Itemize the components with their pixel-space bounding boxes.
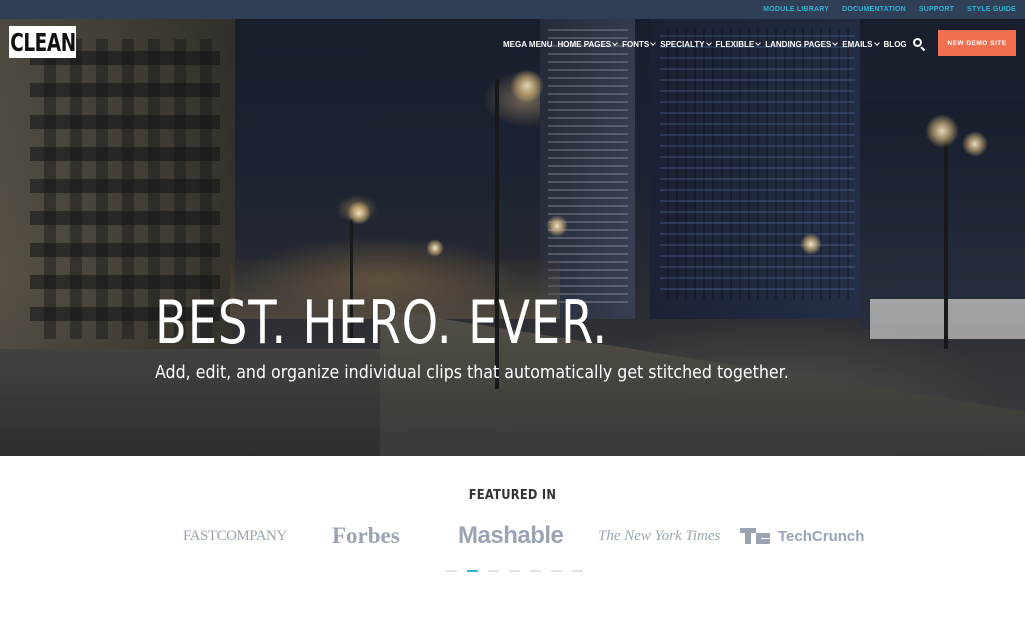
chevron-down-icon <box>873 40 880 46</box>
fastcompany-logo: FASTCOMPANY <box>183 520 287 552</box>
style-guide-link[interactable]: STYLE GUIDE <box>967 6 1016 13</box>
nav-blog[interactable]: BLOG <box>884 40 907 49</box>
main-nav: MEGA MENU HOME PAGES FONTS SPECIALTY FLE… <box>503 40 912 49</box>
carousel-dot[interactable] <box>488 570 499 572</box>
logo-text: CLEAN <box>9 27 76 57</box>
nav-label: SPECIALTY <box>660 40 705 49</box>
nav-label: LANDING PAGES <box>765 40 832 49</box>
techcrunch-logo-text: TechCrunch <box>778 527 865 545</box>
mashable-logo-text: Mashable <box>458 522 564 549</box>
nytimes-logo-text: The New York Times <box>598 527 721 544</box>
nav-label: FONTS <box>622 40 650 49</box>
chevron-down-icon <box>612 40 618 46</box>
module-library-link[interactable]: MODULE LIBRARY <box>763 6 829 13</box>
documentation-link[interactable]: DOCUMENTATION <box>842 6 906 13</box>
carousel-dot[interactable] <box>530 570 541 572</box>
chevron-down-icon <box>832 40 839 46</box>
nav-mega-menu[interactable]: MEGA MENU <box>503 40 552 49</box>
carousel-dot[interactable] <box>572 570 583 572</box>
forbes-logo: Forbes <box>332 520 400 552</box>
utility-bar: MODULE LIBRARY DOCUMENTATION SUPPORT STY… <box>0 0 1025 19</box>
mashable-logo: Mashable <box>458 520 564 552</box>
carousel-dot[interactable] <box>509 570 520 572</box>
techcrunch-mark-icon <box>740 528 772 544</box>
nav-label: EMAILS <box>842 40 873 49</box>
hero-title: BEST. HERO. EVER. <box>155 288 608 358</box>
support-link[interactable]: SUPPORT <box>919 6 954 13</box>
nav-home-pages[interactable]: HOME PAGES <box>557 40 618 49</box>
carousel-dot-active[interactable] <box>467 570 478 572</box>
nav-label: HOME PAGES <box>557 40 612 49</box>
nav-emails[interactable]: EMAILS <box>842 40 880 49</box>
nav-landing-pages[interactable]: LANDING PAGES <box>765 40 839 49</box>
clean-logo[interactable]: CLEAN <box>9 26 76 58</box>
chevron-down-icon <box>650 40 657 46</box>
carousel-dot[interactable] <box>551 570 562 572</box>
nav-label: BLOG <box>883 40 907 49</box>
featured-in-heading: FEATURED IN <box>468 488 557 503</box>
nav-fonts[interactable]: FONTS <box>622 40 657 49</box>
hero-subtitle: Add, edit, and organize individual clips… <box>155 362 789 383</box>
nav-specialty[interactable]: SPECIALTY <box>660 40 712 49</box>
fastcompany-logo-text: FASTCOMPANY <box>183 527 287 544</box>
new-demo-site-button[interactable]: NEW DEMO SITE <box>938 30 1016 56</box>
chevron-down-icon <box>755 40 762 46</box>
carousel-dot[interactable] <box>446 570 457 572</box>
nav-label: FLEXIBLE <box>715 40 755 49</box>
hero-overlay <box>0 19 1025 456</box>
chevron-down-icon <box>705 40 712 46</box>
nav-flexible[interactable]: FLEXIBLE <box>715 40 762 49</box>
techcrunch-logo: TechCrunch <box>740 520 864 552</box>
carousel-pagination <box>446 570 583 572</box>
search-icon[interactable] <box>913 38 926 52</box>
nytimes-logo: The New York Times <box>598 520 720 552</box>
hero-section: BEST. HERO. EVER. Add, edit, and organiz… <box>0 19 1025 456</box>
forbes-logo-text: Forbes <box>332 523 400 548</box>
nav-label: MEGA MENU <box>503 40 553 49</box>
